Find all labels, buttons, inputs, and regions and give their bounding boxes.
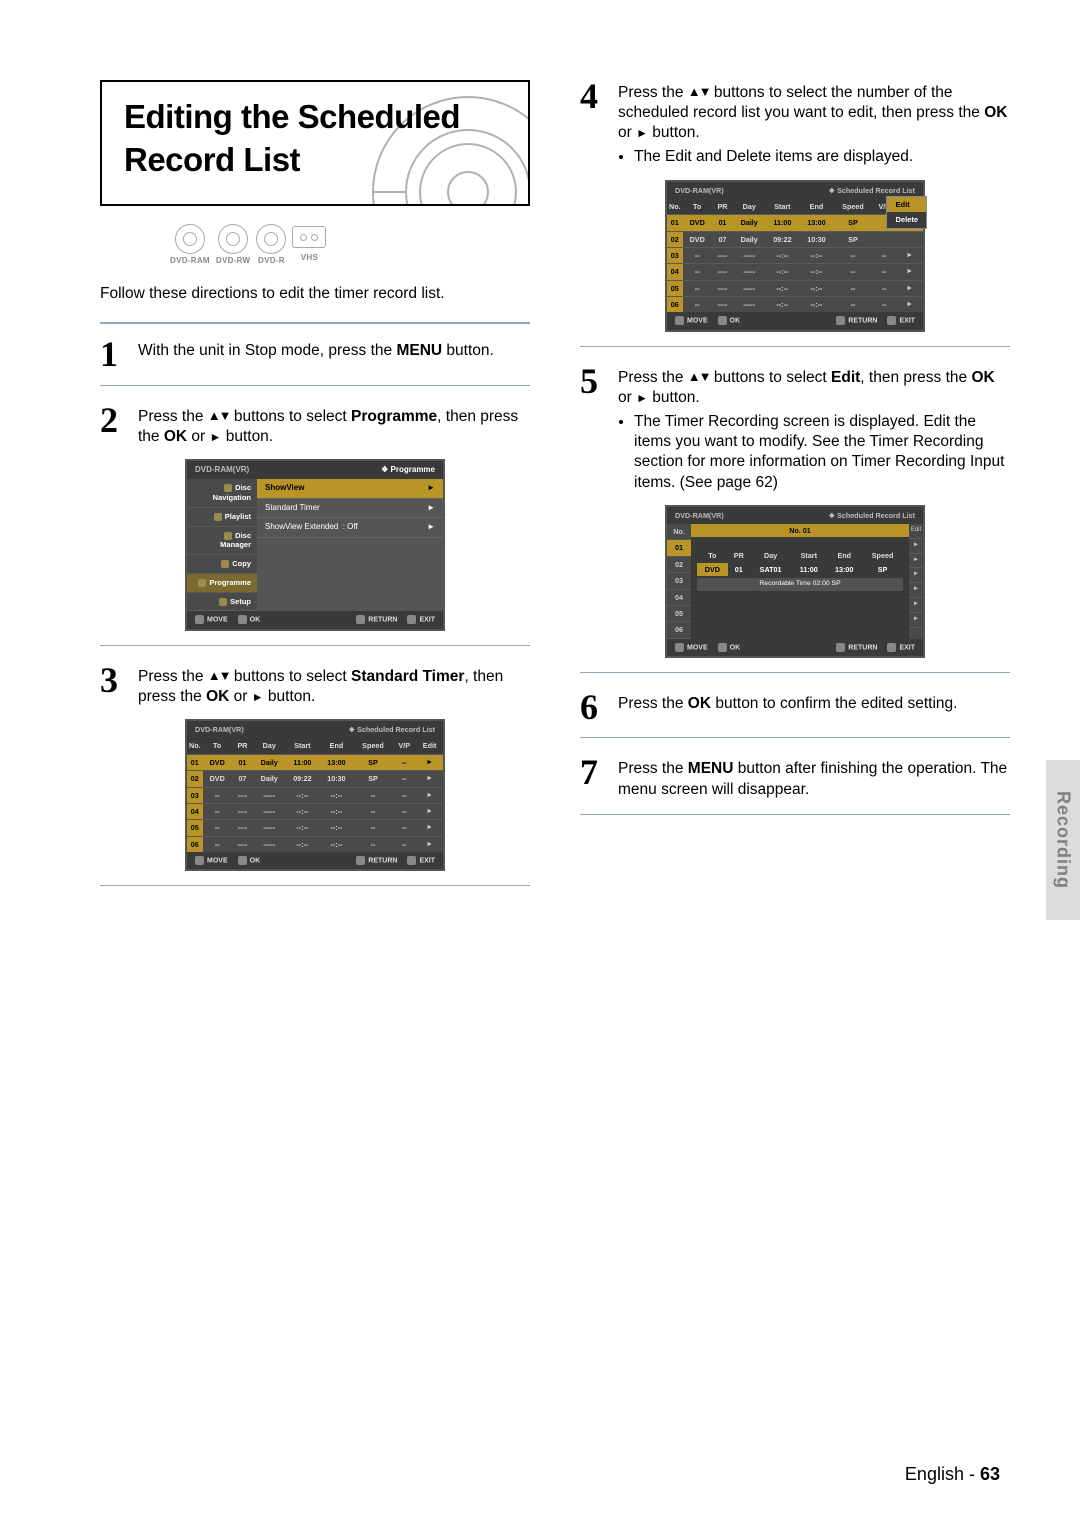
divider: [100, 645, 530, 646]
scheduled-table: No.ToPRDayStartEndSpeedV/PEdit 01DVD01Da…: [187, 738, 443, 852]
section-title-box: Editing the Scheduled Record List: [100, 80, 530, 206]
step-4: 4 Press the ▲▼ buttons to select the num…: [580, 80, 1010, 168]
disc-art: [368, 92, 530, 206]
media-icon-vhs: VHS: [292, 226, 326, 263]
submenu-row: Standard Timer►: [257, 499, 443, 518]
hint-return: RETURN: [356, 615, 397, 624]
table-row: 01DVD01Daily11:0013:00SP: [667, 215, 923, 231]
table-row: 02DVD07Daily09:2210:30SP: [667, 231, 923, 247]
table-row: 02DVD07Daily09:2210:30SP--►: [187, 771, 443, 787]
menu-item: Setup: [187, 593, 257, 612]
media-icon-dvdrw: DVD-RW: [216, 224, 251, 266]
table-row: 03-------------:----:------►: [187, 787, 443, 803]
osd-scheduled-list: DVD-RAM(VR)Scheduled Record List No.ToPR…: [185, 719, 445, 871]
popup-edit-delete: Edit Delete: [886, 196, 927, 230]
table-row: 04-------------:----:------►: [187, 803, 443, 819]
step-2: 2 Press the ▲▼ buttons to select Program…: [100, 404, 530, 447]
page-footer: English - 63: [905, 1463, 1000, 1486]
menu-item: Disc Manager: [187, 527, 257, 556]
divider: [580, 672, 1010, 673]
menu-item-selected: Programme: [187, 574, 257, 593]
step-6: 6 Press the OK button to confirm the edi…: [580, 691, 1010, 723]
table-row: 01DVD01Daily11:0013:00SP--►: [187, 754, 443, 770]
hint-ok: OK: [238, 615, 261, 624]
table-row: 06-------------:----:------►: [667, 297, 923, 313]
media-icons-row: DVD-RAM DVD-RW DVD-R VHS: [170, 224, 530, 266]
step-5: 5 Press the ▲▼ buttons to select Edit, t…: [580, 365, 1010, 493]
divider: [100, 885, 530, 886]
media-icon-dvdram: DVD-RAM: [170, 224, 210, 266]
menu-item: Playlist: [187, 508, 257, 527]
hint-move: MOVE: [195, 615, 228, 624]
osd-programme-menu: DVD-RAM(VR)Programme Disc Navigation Pla…: [185, 459, 445, 631]
table-row: 04-------------:----:------►: [667, 264, 923, 280]
lead-text: Follow these directions to edit the time…: [100, 284, 530, 304]
section-tab-recording: Recording: [1046, 760, 1080, 920]
table-row: 06-------------:----:------►: [187, 836, 443, 852]
divider: [100, 322, 530, 324]
table-row: 05-------------:----:------►: [187, 820, 443, 836]
menu-item: Copy: [187, 555, 257, 574]
osd-edit-timer: DVD-RAM(VR)Scheduled Record List No. 01 …: [665, 505, 925, 658]
submenu-row: ShowView►: [257, 479, 443, 498]
divider: [580, 737, 1010, 738]
step-3: 3 Press the ▲▼ buttons to select Standar…: [100, 664, 530, 707]
media-icon-dvdr: DVD-R: [256, 224, 286, 266]
divider: [580, 814, 1010, 815]
menu-item: Disc Navigation: [187, 479, 257, 508]
divider: [580, 346, 1010, 347]
step-1: 1 With the unit in Stop mode, press the …: [100, 338, 530, 370]
step-7: 7 Press the MENU button after finishing …: [580, 756, 1010, 799]
table-row: 05-------------:----:------►: [667, 280, 923, 296]
divider: [100, 385, 530, 386]
submenu-row: ShowView Extended : Off►: [257, 518, 443, 537]
hint-exit: EXIT: [407, 615, 435, 624]
table-row: 03-------------:----:------►: [667, 248, 923, 264]
osd-scheduled-list-popup: DVD-RAM(VR)Scheduled Record List No.ToPR…: [665, 180, 925, 332]
